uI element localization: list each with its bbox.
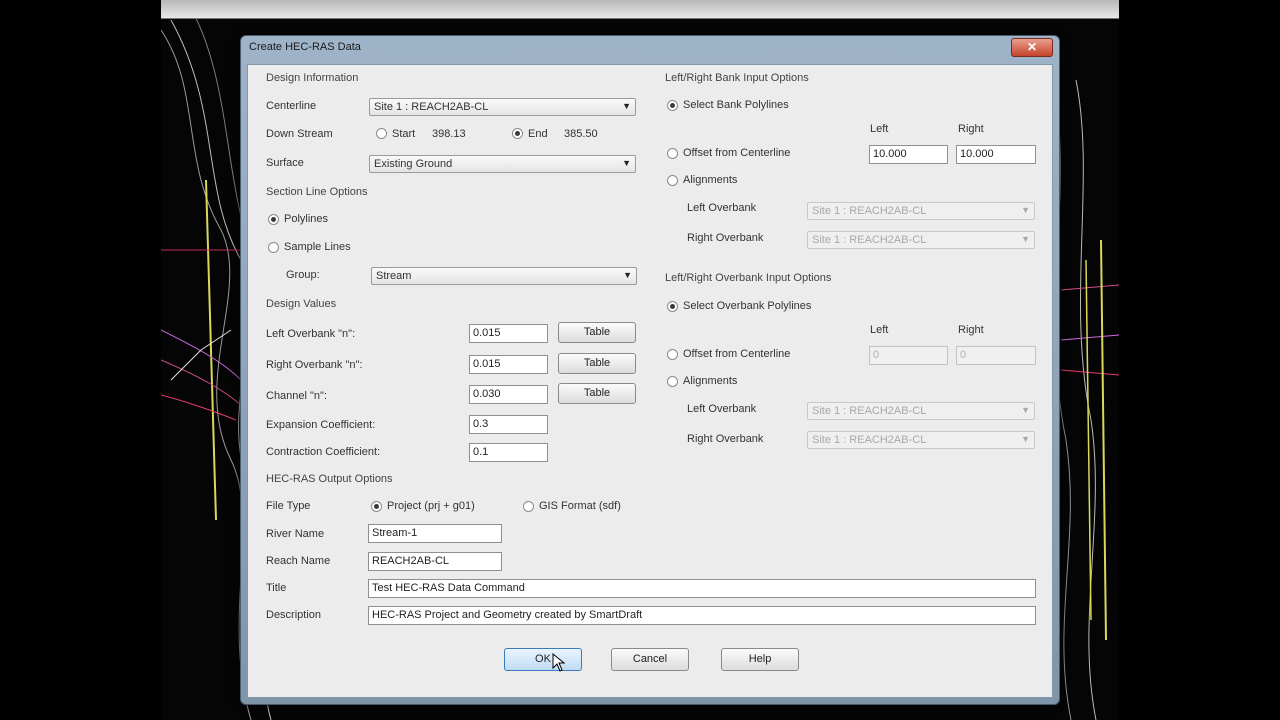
river-name-input[interactable]: Stream-1 — [368, 524, 502, 543]
chevron-down-icon: ▼ — [622, 158, 631, 168]
group-label: Group: — [286, 269, 320, 281]
expansion-coefficient-input[interactable]: 0.3 — [469, 415, 548, 434]
ok-button[interactable]: OK — [504, 648, 582, 671]
bank-right-offset-input[interactable]: 10.000 — [956, 145, 1036, 164]
downstream-end-radio[interactable] — [512, 128, 523, 139]
bank-offset-radio[interactable] — [667, 148, 678, 159]
overbank-left-overbank-select[interactable]: Site 1 : REACH2AB-CL ▼ — [807, 402, 1035, 420]
project-format-label: Project (prj + g01) — [387, 500, 475, 512]
bank-left-overbank-select[interactable]: Site 1 : REACH2AB-CL ▼ — [807, 202, 1035, 220]
overbank-offset-label: Offset from Centerline — [683, 348, 791, 360]
overbank-alignments-label: Alignments — [683, 375, 738, 387]
bank-alignments-radio[interactable] — [667, 175, 678, 186]
bank-right-column-label: Right — [958, 123, 984, 135]
overbank-right-overbank-label: Right Overbank — [687, 433, 764, 445]
contraction-coefficient-input[interactable]: 0.1 — [469, 443, 548, 462]
design-information-header: Design Information — [266, 72, 359, 84]
polylines-label: Polylines — [284, 213, 329, 225]
help-button[interactable]: Help — [721, 648, 799, 671]
file-type-label: File Type — [266, 500, 311, 512]
cancel-button[interactable]: Cancel — [611, 648, 689, 671]
description-input[interactable]: HEC-RAS Project and Geometry created by … — [368, 606, 1036, 625]
title-label: Title — [266, 582, 287, 594]
expansion-coefficient-label: Expansion Coefficient: — [266, 419, 376, 431]
gis-format-radio[interactable] — [523, 501, 534, 512]
host-app-toolbar — [161, 0, 1119, 19]
bank-left-offset-input[interactable]: 10.000 — [869, 145, 948, 164]
downstream-end-label: End — [528, 128, 548, 140]
overbank-left-column-label: Left — [870, 324, 889, 336]
downstream-end-value: 385.50 — [564, 128, 598, 140]
channel-n-label: Channel "n": — [266, 390, 328, 402]
downstream-label: Down Stream — [266, 128, 333, 140]
centerline-select[interactable]: Site 1 : REACH2AB-CL ▼ — [369, 98, 636, 116]
chevron-down-icon: ▼ — [1021, 434, 1030, 444]
mouse-cursor-icon — [552, 653, 566, 672]
overbank-left-offset-input[interactable]: 0 — [869, 346, 948, 365]
channel-table-button[interactable]: Table — [558, 383, 636, 404]
left-overbank-n-input[interactable]: 0.015 — [469, 324, 548, 343]
bank-input-options-header: Left/Right Bank Input Options — [665, 72, 809, 84]
right-overbank-n-input[interactable]: 0.015 — [469, 355, 548, 374]
bank-right-overbank-select[interactable]: Site 1 : REACH2AB-CL ▼ — [807, 231, 1035, 249]
surface-select[interactable]: Existing Ground ▼ — [369, 155, 636, 173]
chevron-down-icon: ▼ — [623, 270, 632, 280]
downstream-start-label: Start — [392, 128, 416, 140]
bank-right-overbank-label: Right Overbank — [687, 232, 764, 244]
river-name-label: River Name — [266, 528, 325, 540]
chevron-down-icon: ▼ — [1021, 205, 1030, 215]
gis-format-label: GIS Format (sdf) — [539, 500, 621, 512]
downstream-start-value: 398.13 — [432, 128, 466, 140]
channel-n-input[interactable]: 0.030 — [469, 385, 548, 404]
sample-lines-label: Sample Lines — [284, 241, 351, 253]
overbank-right-offset-input[interactable]: 0 — [956, 346, 1036, 365]
overbank-offset-radio[interactable] — [667, 349, 678, 360]
select-overbank-polylines-radio[interactable] — [667, 301, 678, 312]
dialog-title: Create HEC-RAS Data — [249, 41, 361, 53]
contraction-coefficient-label: Contraction Coefficient: — [266, 446, 381, 458]
overbank-right-column-label: Right — [958, 324, 984, 336]
bank-left-overbank-label: Left Overbank — [687, 202, 757, 214]
surface-label: Surface — [266, 157, 304, 169]
right-overbank-table-button[interactable]: Table — [558, 353, 636, 374]
description-label: Description — [266, 609, 322, 621]
overbank-right-overbank-select[interactable]: Site 1 : REACH2AB-CL ▼ — [807, 431, 1035, 449]
overbank-alignments-radio[interactable] — [667, 376, 678, 387]
title-input[interactable]: Test HEC-RAS Data Command — [368, 579, 1036, 598]
reach-name-label: Reach Name — [266, 555, 331, 567]
left-overbank-n-label: Left Overbank "n": — [266, 328, 356, 340]
chevron-down-icon: ▼ — [1021, 405, 1030, 415]
reach-name-input[interactable]: REACH2AB-CL — [368, 552, 502, 571]
polylines-radio[interactable] — [268, 214, 279, 225]
bank-left-column-label: Left — [870, 123, 889, 135]
select-overbank-polylines-label: Select Overbank Polylines — [683, 300, 812, 312]
select-bank-polylines-radio[interactable] — [667, 100, 678, 111]
section-line-options-header: Section Line Options — [266, 186, 368, 198]
centerline-label: Centerline — [266, 100, 317, 112]
bank-alignments-label: Alignments — [683, 174, 738, 186]
create-hecras-dialog: Create HEC-RAS Data ✕ Design Information… — [240, 35, 1060, 705]
close-button[interactable]: ✕ — [1011, 38, 1053, 57]
design-values-header: Design Values — [266, 298, 337, 310]
downstream-start-radio[interactable] — [376, 128, 387, 139]
close-icon: ✕ — [1026, 40, 1038, 54]
overbank-left-overbank-label: Left Overbank — [687, 403, 757, 415]
group-select[interactable]: Stream ▼ — [371, 267, 637, 285]
project-format-radio[interactable] — [371, 501, 382, 512]
bank-offset-label: Offset from Centerline — [683, 147, 791, 159]
sample-lines-radio[interactable] — [268, 242, 279, 253]
overbank-input-options-header: Left/Right Overbank Input Options — [665, 272, 832, 284]
left-overbank-table-button[interactable]: Table — [558, 322, 636, 343]
chevron-down-icon: ▼ — [622, 101, 631, 111]
hecras-output-options-header: HEC-RAS Output Options — [266, 473, 393, 485]
select-bank-polylines-label: Select Bank Polylines — [683, 99, 789, 111]
right-overbank-n-label: Right Overbank "n": — [266, 359, 363, 371]
dialog-client-area: Design Information Centerline Site 1 : R… — [247, 64, 1053, 698]
chevron-down-icon: ▼ — [1021, 234, 1030, 244]
